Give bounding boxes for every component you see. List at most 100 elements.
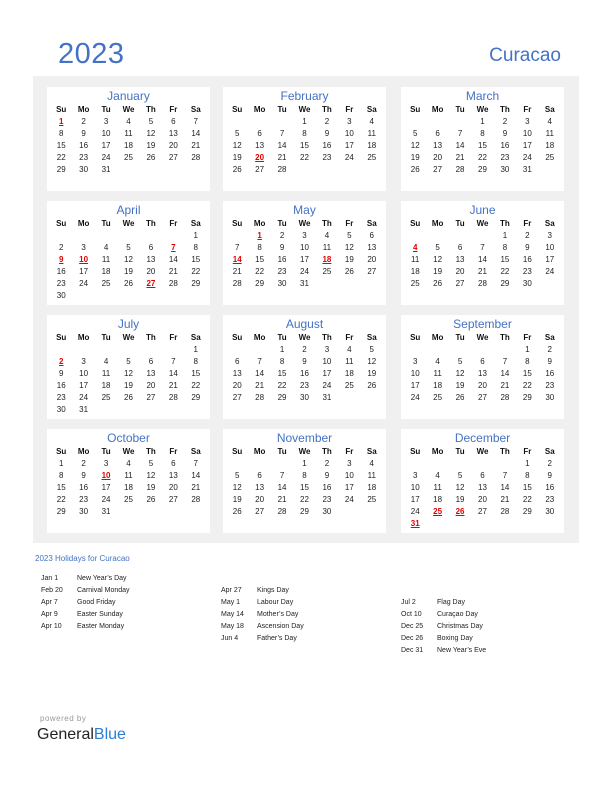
day-cell: 7 bbox=[279, 471, 285, 480]
day-cell: 24 bbox=[300, 267, 309, 276]
day-cell: 1 bbox=[193, 231, 198, 240]
day-cell: 22 bbox=[191, 381, 201, 390]
day-cell: 28 bbox=[191, 495, 201, 504]
weekday-header: Sa bbox=[544, 447, 555, 456]
day-cell: 25 bbox=[344, 381, 354, 390]
day-cell: 12 bbox=[367, 357, 377, 366]
weekday-header: Mo bbox=[77, 333, 90, 342]
day-cell: 13 bbox=[146, 255, 156, 264]
weekday-header: Su bbox=[232, 333, 243, 342]
empty-cell bbox=[226, 116, 248, 128]
day-cell: 26 bbox=[410, 165, 420, 174]
holidays-title: 2023 Holidays for Curacao bbox=[35, 554, 130, 563]
day-cell: 11 bbox=[433, 483, 442, 492]
day-cell: 28 bbox=[232, 279, 242, 288]
day-cell: 27 bbox=[478, 393, 487, 402]
holiday-day-cell: 9 bbox=[58, 255, 64, 264]
day-cell: 8 bbox=[279, 357, 285, 366]
month-july: July Su Mo Tu We Th Fr Sa 1 2 3 4 5 6 7 8 9 10 11 12 13 14 15 1… bbox=[47, 315, 210, 419]
empty-cell bbox=[426, 230, 448, 242]
empty-cell bbox=[226, 458, 248, 470]
day-cell: 26 bbox=[367, 381, 377, 390]
weekday-header: Th bbox=[500, 219, 510, 228]
day-cell: 16 bbox=[300, 369, 309, 378]
day-cell: 25 bbox=[124, 495, 133, 504]
month-april: April Su Mo Tu We Th Fr Sa 1 2 3 4 5 6 7 8 9 10 11 12 13 14 15… bbox=[47, 201, 210, 305]
day-cell: 6 bbox=[257, 471, 262, 480]
day-cell: 13 bbox=[168, 471, 178, 480]
day-cell: 3 bbox=[547, 231, 552, 240]
month-name: July bbox=[117, 317, 140, 331]
empty-cell bbox=[426, 344, 448, 356]
day-cell: 28 bbox=[455, 165, 465, 174]
weekday-header: Sa bbox=[366, 219, 377, 228]
day-cell: 7 bbox=[193, 459, 198, 468]
holiday-date: May 14 bbox=[221, 611, 244, 618]
holiday-name: Easter Sunday bbox=[77, 611, 123, 618]
day-cell: 28 bbox=[168, 393, 178, 402]
day-cell: 27 bbox=[433, 165, 443, 174]
day-cell: 2 bbox=[81, 117, 86, 126]
day-cell: 15 bbox=[500, 255, 510, 264]
holiday-day-cell: 10 bbox=[101, 471, 111, 480]
day-cell: 30 bbox=[545, 507, 555, 516]
day-cell: 16 bbox=[79, 483, 89, 492]
weekday-header: We bbox=[298, 219, 311, 228]
day-cell: 26 bbox=[433, 279, 443, 288]
month-january: January Su Mo Tu We Th Fr Sa 1 2 3 4 5 6 7 8 9 10 11 12 13 14… bbox=[47, 87, 210, 191]
day-cell: 17 bbox=[101, 483, 111, 492]
empty-cell bbox=[248, 344, 270, 356]
day-cell: 5 bbox=[148, 117, 154, 126]
holiday-item: Jun 4 Father’s Day bbox=[221, 633, 304, 645]
empty-cell bbox=[426, 458, 448, 470]
holiday-date: Apr 9 bbox=[41, 611, 58, 618]
day-cell: 5 bbox=[457, 471, 463, 480]
day-cell: 10 bbox=[344, 471, 354, 480]
day-cell: 6 bbox=[480, 357, 485, 366]
holiday-date: Apr 27 bbox=[221, 587, 242, 594]
weekday-header: Th bbox=[146, 447, 156, 456]
day-cell: 6 bbox=[480, 471, 485, 480]
holiday-item: May 14 Mother’s Day bbox=[221, 609, 304, 621]
generalblue-logo[interactable]: GeneralBlue bbox=[37, 726, 126, 744]
day-grid: Su Mo Tu We Th Fr Sa 1 2 3 4 5 6 7 8 9 10 11 12 13 14 15 16 17 1… bbox=[223, 218, 386, 290]
weekday-header: Mo bbox=[431, 219, 444, 228]
day-cell: 3 bbox=[412, 471, 418, 480]
day-cell: 4 bbox=[126, 459, 131, 468]
day-cell: 15 bbox=[478, 141, 487, 150]
day-cell: 14 bbox=[455, 141, 465, 150]
holiday-item: Apr 9 Easter Sunday bbox=[41, 609, 130, 621]
holiday-item: Apr 7 Good Friday bbox=[41, 597, 130, 609]
day-cell: 13 bbox=[168, 129, 178, 138]
day-cell: 9 bbox=[502, 129, 508, 138]
day-grid: Su Mo Tu We Th Fr Sa 1 2 3 4 5 6 7 8 9 10 11 12 13 14 15 16 17 1… bbox=[401, 218, 564, 290]
holiday-day-cell: 1 bbox=[58, 117, 64, 126]
day-cell: 15 bbox=[522, 369, 532, 378]
day-cell: 19 bbox=[455, 381, 465, 390]
holiday-name: Good Friday bbox=[77, 599, 116, 606]
weekday-header: Mo bbox=[431, 447, 444, 456]
day-cell: 28 bbox=[255, 393, 265, 402]
day-cell: 28 bbox=[500, 507, 510, 516]
weekday-header: Su bbox=[410, 333, 421, 342]
day-cell: 11 bbox=[433, 369, 442, 378]
empty-cell bbox=[404, 458, 426, 470]
weekday-header: Mo bbox=[253, 333, 266, 342]
holiday-item: Apr 10 Easter Monday bbox=[41, 621, 130, 633]
day-cell: 17 bbox=[410, 381, 420, 390]
day-cell: 28 bbox=[500, 393, 510, 402]
day-cell: 2 bbox=[81, 459, 86, 468]
day-cell: 22 bbox=[500, 267, 510, 276]
day-cell: 17 bbox=[522, 141, 532, 150]
day-cell: 29 bbox=[300, 507, 309, 516]
day-cell: 20 bbox=[433, 153, 443, 162]
day-cell: 5 bbox=[126, 243, 131, 252]
month-name: December bbox=[454, 431, 511, 445]
day-cell: 16 bbox=[277, 255, 287, 264]
day-cell: 23 bbox=[277, 267, 287, 276]
weekday-header: We bbox=[122, 333, 135, 342]
day-cell: 6 bbox=[435, 129, 440, 138]
day-cell: 16 bbox=[79, 141, 89, 150]
day-cell: 30 bbox=[545, 393, 555, 402]
day-cell: 18 bbox=[367, 141, 377, 150]
